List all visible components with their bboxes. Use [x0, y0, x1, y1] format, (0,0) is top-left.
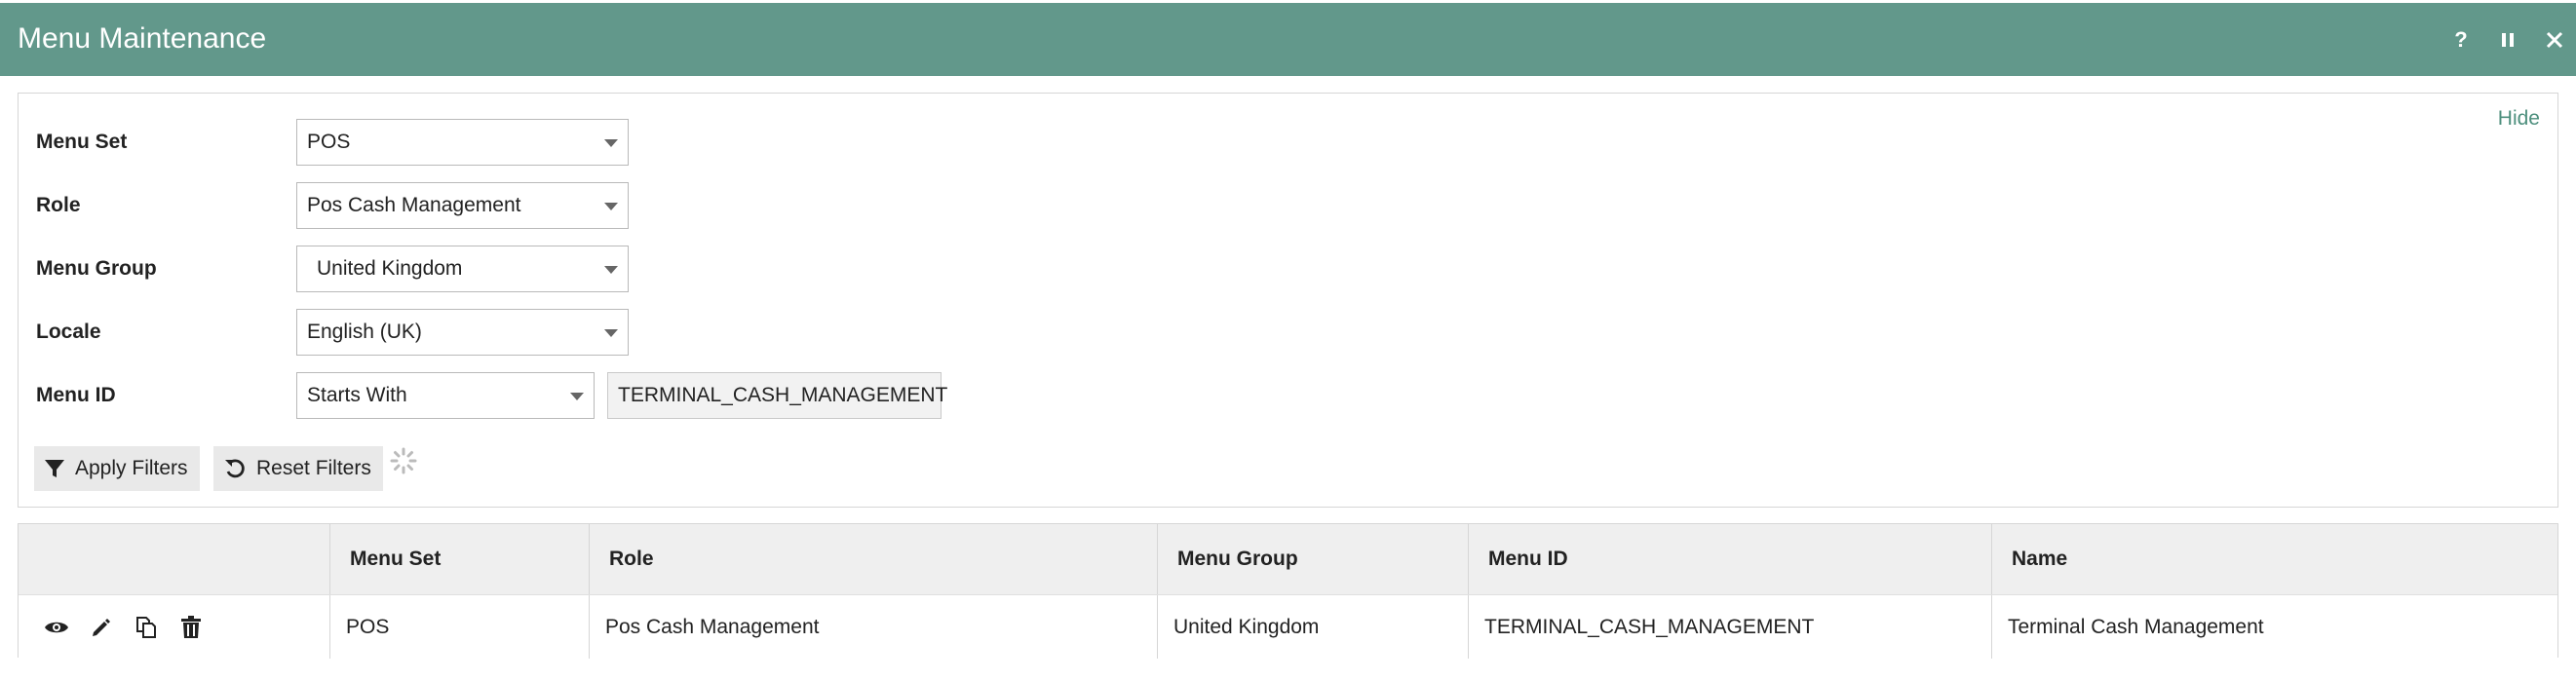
window-title: Menu Maintenance	[18, 22, 267, 55]
edit-icon[interactable]	[89, 615, 114, 640]
menu-id-label: Menu ID	[36, 384, 116, 406]
menu-id-operator-select[interactable]: Starts With	[296, 372, 595, 419]
menu-set-row: Menu Set POS	[19, 119, 1188, 168]
close-icon[interactable]	[2543, 22, 2566, 57]
menu-set-value: POS	[307, 131, 351, 153]
reset-filters-button[interactable]: Reset Filters	[213, 446, 383, 491]
role-value: Pos Cash Management	[307, 194, 521, 216]
apply-filters-button[interactable]: Apply Filters	[34, 446, 200, 491]
menu-id-input[interactable]: TERMINAL_CASH_MANAGEMENT	[607, 372, 947, 419]
menu-group-row: Menu Group United Kingdom	[19, 246, 1188, 294]
pause-icon[interactable]	[2496, 22, 2519, 57]
copy-icon[interactable]	[134, 615, 159, 640]
locale-select[interactable]: English (UK)	[296, 309, 629, 356]
cell-menu-id: TERMINAL_CASH_MANAGEMENT	[1468, 595, 1991, 659]
role-row: Role Pos Cash Management	[19, 182, 1188, 231]
menu-set-label: Menu Set	[36, 131, 128, 153]
locale-row: Locale English (UK)	[19, 309, 1188, 358]
menu-id-operator-value: Starts With	[307, 384, 407, 406]
column-header-menu-id[interactable]: Menu ID	[1468, 524, 1991, 594]
chevron-down-icon	[604, 266, 618, 274]
column-header-menu-group[interactable]: Menu Group	[1157, 524, 1468, 594]
chevron-down-icon	[604, 139, 618, 147]
cell-menu-set: POS	[329, 595, 589, 659]
column-header-menu-set[interactable]: Menu Set	[329, 524, 589, 594]
cell-name: Terminal Cash Management	[1991, 595, 2559, 659]
filter-icon	[45, 460, 64, 477]
table-row: POS Pos Cash Management United Kingdom T…	[19, 594, 2557, 659]
results-table: Menu Set Role Menu Group Menu ID Name PO…	[18, 523, 2558, 659]
view-icon[interactable]	[44, 615, 69, 640]
row-actions	[19, 595, 329, 659]
menu-group-label: Menu Group	[36, 257, 157, 280]
delete-icon[interactable]	[178, 615, 204, 640]
column-header-actions	[19, 524, 329, 594]
menu-group-select[interactable]: United Kingdom	[296, 246, 629, 292]
reset-filters-label: Reset Filters	[256, 457, 371, 479]
column-header-name[interactable]: Name	[1991, 524, 2559, 594]
chevron-down-icon	[604, 329, 618, 337]
apply-filters-label: Apply Filters	[75, 457, 188, 479]
help-icon[interactable]: ?	[2449, 22, 2473, 57]
reset-icon	[225, 459, 245, 478]
window-controls: ?	[2449, 22, 2566, 57]
chevron-down-icon	[570, 393, 584, 400]
menu-set-select[interactable]: POS	[296, 119, 629, 166]
filter-panel: Hide Menu Set POS Role Pos Cash Manageme…	[18, 93, 2558, 508]
cell-role: Pos Cash Management	[589, 595, 1157, 659]
chevron-down-icon	[604, 203, 618, 210]
hide-filters-link[interactable]: Hide	[2498, 107, 2540, 131]
role-label: Role	[36, 194, 81, 216]
table-header: Menu Set Role Menu Group Menu ID Name	[19, 524, 2557, 594]
locale-label: Locale	[36, 321, 101, 343]
cell-menu-group: United Kingdom	[1157, 595, 1468, 659]
locale-value: English (UK)	[307, 321, 422, 343]
title-bar: Menu Maintenance ?	[0, 3, 2576, 76]
role-select[interactable]: Pos Cash Management	[296, 182, 629, 229]
column-header-role[interactable]: Role	[589, 524, 1157, 594]
menu-group-value: United Kingdom	[317, 257, 463, 280]
menu-id-row: Menu ID Starts With TERMINAL_CASH_MANAGE…	[19, 372, 1188, 421]
loading-spinner-icon	[390, 447, 417, 474]
